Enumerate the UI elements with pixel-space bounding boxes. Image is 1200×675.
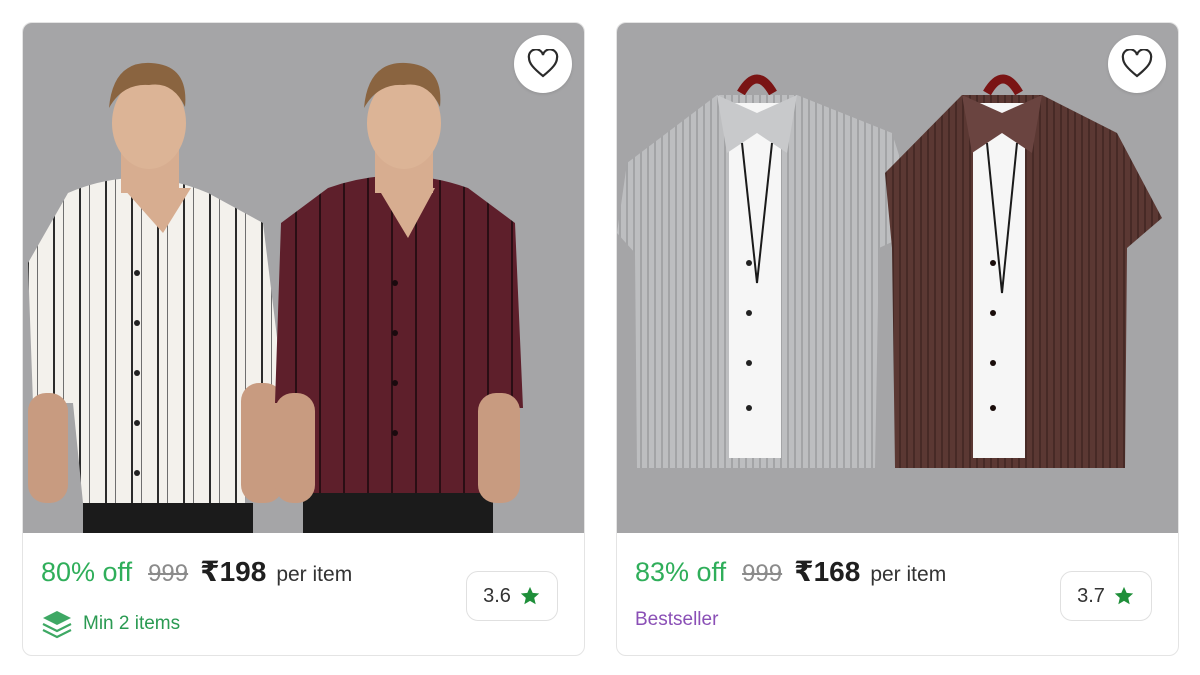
star-icon <box>1114 586 1134 605</box>
product-info-2: 83% off 999 ₹168 per item Bestseller 3.7 <box>617 533 1178 655</box>
model-white-shirt <box>28 62 285 533</box>
product-info-1: 80% off 999 ₹198 per item Min 2 items 3.… <box>23 533 584 655</box>
wishlist-button[interactable] <box>514 35 572 93</box>
sale-price: ₹168 <box>794 556 861 587</box>
bestseller-tag: Bestseller <box>635 609 718 631</box>
product-card-1[interactable]: 80% off 999 ₹198 per item Min 2 items 3.… <box>22 22 585 656</box>
original-price: 999 <box>742 560 783 587</box>
price-unit: per item <box>276 563 353 586</box>
rating-value: 3.6 <box>483 584 511 607</box>
discount-label: 83% off <box>635 557 727 587</box>
original-price: 999 <box>148 560 189 587</box>
rating-badge: 3.7 <box>1060 571 1152 621</box>
rating-badge: 3.6 <box>466 571 558 621</box>
heart-icon <box>527 49 559 78</box>
price-row: 80% off 999 ₹198 per item <box>41 555 352 588</box>
discount-label: 80% off <box>41 557 133 587</box>
min-quantity-label: Min 2 items <box>83 613 181 634</box>
rating-value: 3.7 <box>1077 584 1105 607</box>
bestseller-label: Bestseller <box>635 609 719 630</box>
min-quantity-tag: Min 2 items <box>41 609 180 639</box>
wishlist-button[interactable] <box>1108 35 1166 93</box>
heart-icon <box>1121 49 1153 78</box>
price-row: 83% off 999 ₹168 per item <box>635 555 946 588</box>
product-card-2[interactable]: 83% off 999 ₹168 per item Bestseller 3.7 <box>616 22 1179 656</box>
price-unit: per item <box>870 563 947 586</box>
sale-price: ₹198 <box>200 556 267 587</box>
model-maroon-shirt <box>275 62 523 533</box>
layers-icon <box>42 611 72 639</box>
star-icon <box>520 586 540 605</box>
grey-shirt <box>617 95 922 468</box>
product-image-2[interactable] <box>617 23 1178 533</box>
product-image-1[interactable] <box>23 23 584 533</box>
brown-shirt <box>885 95 1162 468</box>
